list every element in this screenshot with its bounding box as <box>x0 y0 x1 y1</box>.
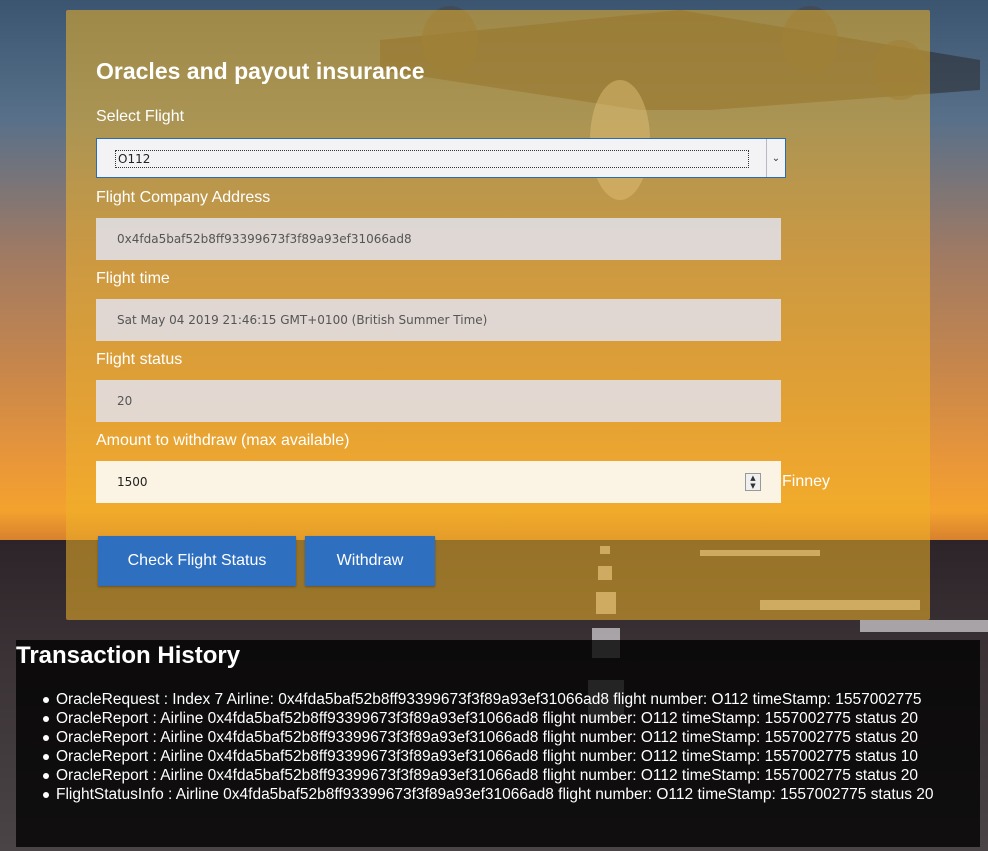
chevron-down-icon[interactable]: ⌄ <box>766 139 785 177</box>
list-item: FlightStatusInfo : Airline 0x4fda5baf52b… <box>43 785 986 804</box>
flight-time-label: Flight time <box>96 270 170 287</box>
withdraw-button[interactable]: Withdraw <box>305 536 435 586</box>
event-name: OracleReport <box>56 748 149 765</box>
list-item: OracleReport : Airline 0x4fda5baf52b8ff9… <box>43 766 986 785</box>
flight-status-field[interactable]: 20 <box>96 380 781 422</box>
event-name: OracleRequest <box>56 691 160 708</box>
event-name: OracleReport <box>56 710 149 727</box>
event-details: : Airline 0x4fda5baf52b8ff93399673f3f89a… <box>148 748 919 765</box>
page-title: Oracles and payout insurance <box>96 58 425 84</box>
amount-label: Amount to withdraw (max available) <box>96 432 350 449</box>
transaction-history: Transaction History OracleRequest : Inde… <box>16 640 980 847</box>
list-item: OracleRequest : Index 7 Airline: 0x4fda5… <box>43 690 986 709</box>
flight-status-label: Flight status <box>96 351 183 368</box>
spinner-arrows-icon[interactable]: ▲ ▼ <box>745 473 761 491</box>
history-list: OracleRequest : Index 7 Airline: 0x4fda5… <box>43 690 986 804</box>
event-name: OracleReport <box>56 767 149 784</box>
amount-input[interactable]: 1500 ▲ ▼ <box>96 461 781 503</box>
history-title: Transaction History <box>16 642 241 669</box>
flight-select[interactable]: O112 ⌄ <box>96 138 786 178</box>
flight-time-field[interactable]: Sat May 04 2019 21:46:15 GMT+0100 (Briti… <box>96 299 781 341</box>
event-details: : Airline 0x4fda5baf52b8ff93399673f3f89a… <box>148 767 919 784</box>
event-details: : Index 7 Airline: 0x4fda5baf52b8ff93399… <box>159 691 922 708</box>
company-address-label: Flight Company Address <box>96 189 271 206</box>
event-details: : Airline 0x4fda5baf52b8ff93399673f3f89a… <box>148 729 919 746</box>
insurance-panel: Oracles and payout insurance Select Flig… <box>66 10 930 620</box>
list-item: OracleReport : Airline 0x4fda5baf52b8ff9… <box>43 747 986 766</box>
check-flight-status-button[interactable]: Check Flight Status <box>98 536 296 586</box>
select-flight-label: Select Flight <box>96 108 185 125</box>
event-name: FlightStatusInfo <box>56 786 164 803</box>
event-details: : Airline 0x4fda5baf52b8ff93399673f3f89a… <box>163 786 934 803</box>
list-item: OracleReport : Airline 0x4fda5baf52b8ff9… <box>43 728 986 747</box>
event-name: OracleReport <box>56 729 149 746</box>
event-details: : Airline 0x4fda5baf52b8ff93399673f3f89a… <box>148 710 919 727</box>
amount-unit-label: Finney <box>782 473 831 490</box>
list-item: OracleReport : Airline 0x4fda5baf52b8ff9… <box>43 709 986 728</box>
amount-value: 1500 <box>117 475 148 489</box>
company-address-field[interactable]: 0x4fda5baf52b8ff93399673f3f89a93ef31066a… <box>96 218 781 260</box>
flight-select-value: O112 <box>115 150 749 168</box>
